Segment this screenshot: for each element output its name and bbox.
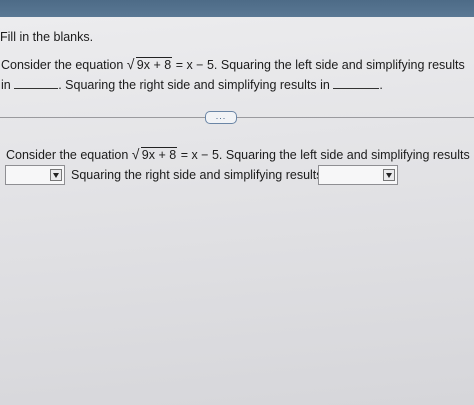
q1-blank-2 — [333, 79, 380, 89]
q1-line2-mid: . Squaring the right side and simplifyin… — [58, 78, 330, 92]
q2-rhs: = x − 5. Squaring the left side and simp… — [180, 148, 474, 162]
radical-sign-icon: √ — [131, 146, 140, 162]
q2-square-root: √ 9x + 8 — [131, 146, 178, 162]
q2-radicand: 9x + 8 — [140, 147, 178, 162]
radical-sign-icon: √ — [126, 56, 135, 72]
q1-square-root: √ 9x + 8 — [126, 56, 173, 72]
q1-radicand: 9x + 8 — [135, 57, 173, 72]
question-page — [0, 17, 474, 405]
question-2-line-1: Consider the equation √ 9x + 8 = x − 5. … — [6, 146, 474, 162]
question-1-line-2: in . Squaring the right side and simplif… — [1, 78, 383, 92]
chevron-down-icon[interactable] — [50, 169, 62, 181]
expand-more-button[interactable]: ... — [205, 111, 237, 124]
q1-blank-1 — [14, 79, 59, 89]
ellipsis-icon: ... — [215, 111, 227, 121]
question-2-line-2: Squaring the right side and simplifying … — [71, 168, 336, 182]
left-side-result-dropdown[interactable] — [5, 165, 65, 185]
q1-line2-end: . — [379, 78, 383, 92]
top-bar — [0, 0, 474, 17]
chevron-down-icon[interactable] — [383, 169, 395, 181]
q1-rhs: = x − 5. Squaring the left side and simp… — [175, 58, 465, 72]
instruction-text: Fill in the blanks. — [0, 30, 94, 44]
q1-prefix: Consider the equation — [1, 58, 124, 72]
q1-line2-start: in — [1, 78, 11, 92]
q2-prefix: Consider the equation — [6, 148, 129, 162]
section-divider — [0, 117, 474, 118]
question-1-line-1: Consider the equation √ 9x + 8 = x − 5. … — [1, 56, 465, 72]
right-side-result-dropdown[interactable] — [318, 165, 398, 185]
